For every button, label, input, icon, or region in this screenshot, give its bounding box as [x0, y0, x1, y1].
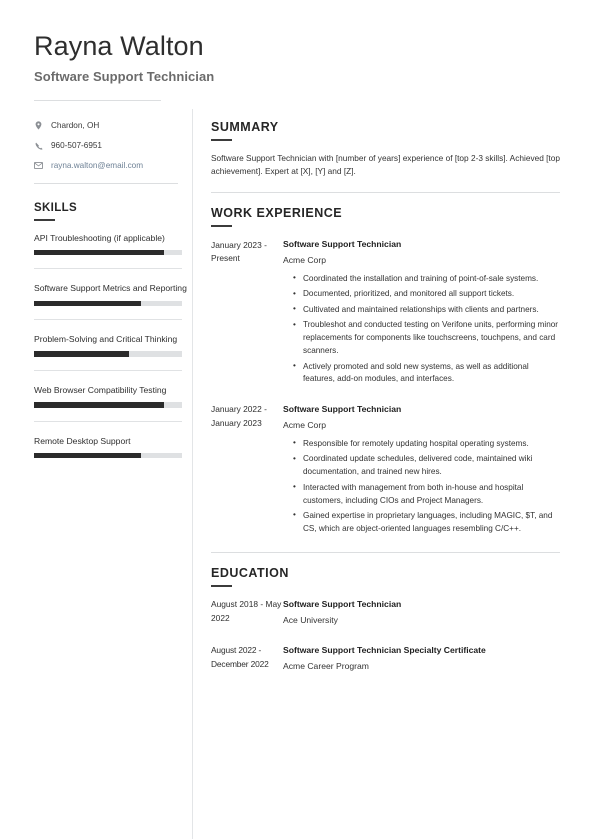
work-entry-dates: January 2023 - Present: [211, 239, 267, 264]
education-section: EDUCATION August 2018 - May 2022 Softwar…: [211, 566, 560, 672]
skill-label: API Troubleshooting (if applicable): [34, 232, 165, 243]
work-entry-details: Software Support Technician Acme Corp Co…: [283, 238, 560, 389]
bullet-item: Actively promoted and sold new systems, …: [293, 360, 560, 387]
skills-section: SKILLS API Troubleshooting (if applicabl…: [34, 202, 192, 459]
page-title: Rayna Walton: [34, 31, 204, 61]
work-entry-role: Software Support Technician: [283, 239, 402, 249]
contact-divider: [34, 183, 178, 185]
skill-bar-track: [34, 249, 182, 256]
envelope-icon: [34, 161, 43, 171]
work-entry-role: Software Support Technician: [283, 403, 402, 414]
bullet-item: Troubleshot and conducted testing on Ver…: [293, 319, 560, 358]
skill-item: API Troubleshooting (if applicable): [34, 232, 192, 270]
skill-bar-fill: [34, 402, 165, 408]
contact-location-text: Chardon, OH: [51, 120, 100, 130]
header-divider: [34, 99, 161, 101]
education-entry-dates: August 2022 - December 2022: [211, 645, 269, 669]
work-experience-section: WORK EXPERIENCE January 2023 - Present S…: [211, 206, 560, 538]
skill-divider: [34, 420, 182, 422]
skills-heading: SKILLS: [34, 202, 77, 215]
work-entry-dates: January 2022 - January 2023: [211, 404, 267, 429]
skill-bar-track: [34, 452, 182, 459]
work-entry-bullets: Coordinated the installation and trainin…: [283, 272, 560, 387]
work-entry-details: Software Support Technician Acme Corp Re…: [283, 403, 560, 538]
contact-email-text[interactable]: rayna.walton@email.com: [51, 160, 143, 171]
education-entry-details: Software Support Technician Ace Universi…: [283, 598, 560, 627]
contact-location: Chardon, OH: [34, 120, 192, 131]
work-entry-organization: Acme Corp: [283, 419, 326, 430]
skill-divider: [34, 369, 182, 371]
work-entry-bullets: Responsible for remotely updating hospit…: [283, 437, 560, 536]
bullet-item: Gained expertise in proprietary language…: [293, 509, 560, 536]
skill-bar-fill: [34, 351, 129, 357]
work-entry-organization: Acme Corp: [283, 254, 326, 265]
education-entry: August 2018 - May 2022 Software Support …: [211, 598, 560, 627]
skill-divider: [34, 268, 182, 270]
phone-icon: [34, 141, 43, 151]
education-heading-underline: [211, 585, 232, 587]
sidebar: Chardon, OH 960-507-6951 rayna.walton@em…: [34, 109, 192, 471]
bullet-item: Coordinated update schedules, delivered …: [293, 453, 560, 479]
skill-bar-fill: [34, 452, 141, 459]
bullet-item: Cultivated and maintained relationships …: [293, 303, 560, 317]
education-entry-institution: Acme Career Program: [283, 660, 369, 671]
work-experience-heading-underline: [211, 225, 232, 227]
skill-item: Web Browser Compatibility Testing: [34, 384, 192, 422]
work-entry: January 2022 - January 2023 Software Sup…: [211, 403, 560, 538]
bullet-item: Coordinated the installation and trainin…: [293, 272, 560, 286]
skill-item: Problem-Solving and Critical Thinking: [34, 333, 192, 371]
skill-bar-fill: [34, 300, 141, 307]
resume-body: Chardon, OH 960-507-6951 rayna.walton@em…: [34, 108, 560, 839]
main-content: SUMMARY Software Support Technician with…: [193, 109, 560, 690]
education-entry-dates: August 2018 - May 2022: [211, 599, 282, 624]
section-divider: [211, 192, 560, 194]
section-divider: [211, 552, 560, 554]
skill-bar-fill: [34, 249, 165, 256]
skills-list: API Troubleshooting (if applicable) Soft…: [34, 232, 192, 459]
education-entry-details: Software Support Technician Specialty Ce…: [283, 644, 560, 673]
education-entry: August 2022 - December 2022 Software Sup…: [211, 644, 560, 673]
skill-item: Software Support Metrics and Reporting: [34, 282, 192, 321]
skill-label: Software Support Metrics and Reporting: [34, 283, 187, 294]
education-entry-institution: Ace University: [283, 614, 338, 625]
resume-header: Rayna Walton Software Support Technician: [34, 30, 560, 101]
skill-divider: [34, 319, 182, 321]
contact-phone-text: 960-507-6951: [51, 141, 102, 150]
contact-email[interactable]: rayna.walton@email.com: [34, 160, 192, 171]
summary-section: SUMMARY Software Support Technician with…: [211, 120, 560, 178]
contact-list: Chardon, OH 960-507-6951 rayna.walton@em…: [34, 120, 192, 185]
contact-phone: 960-507-6951: [34, 140, 192, 151]
location-pin-icon: [34, 120, 43, 130]
skill-bar-track: [34, 300, 182, 307]
skills-heading-underline: [34, 219, 55, 221]
skill-bar-track: [34, 351, 182, 357]
education-entry-degree: Software Support Technician: [283, 598, 402, 609]
skill-label: Web Browser Compatibility Testing: [34, 384, 167, 395]
work-experience-heading: WORK EXPERIENCE: [211, 206, 343, 221]
bullet-item: Responsible for remotely updating hospit…: [293, 437, 560, 451]
skill-label: Remote Desktop Support: [34, 435, 131, 446]
bullet-item: Interacted with management from both in-…: [293, 481, 560, 508]
work-entry: January 2023 - Present Software Support …: [211, 238, 560, 389]
summary-heading: SUMMARY: [211, 119, 279, 134]
skill-bar-track: [34, 402, 182, 408]
header-job-title: Software Support Technician: [34, 68, 215, 84]
resume-page: Rayna Walton Software Support Technician…: [0, 0, 594, 839]
education-heading: EDUCATION: [211, 566, 289, 581]
bullet-item: Documented, prioritized, and monitored a…: [293, 288, 560, 301]
skill-label: Problem-Solving and Critical Thinking: [34, 334, 178, 345]
education-entry-degree: Software Support Technician Specialty Ce…: [283, 644, 486, 655]
skill-item: Remote Desktop Support: [34, 435, 192, 459]
summary-heading-underline: [211, 138, 232, 141]
summary-text: Software Support Technician with [number…: [211, 152, 560, 176]
